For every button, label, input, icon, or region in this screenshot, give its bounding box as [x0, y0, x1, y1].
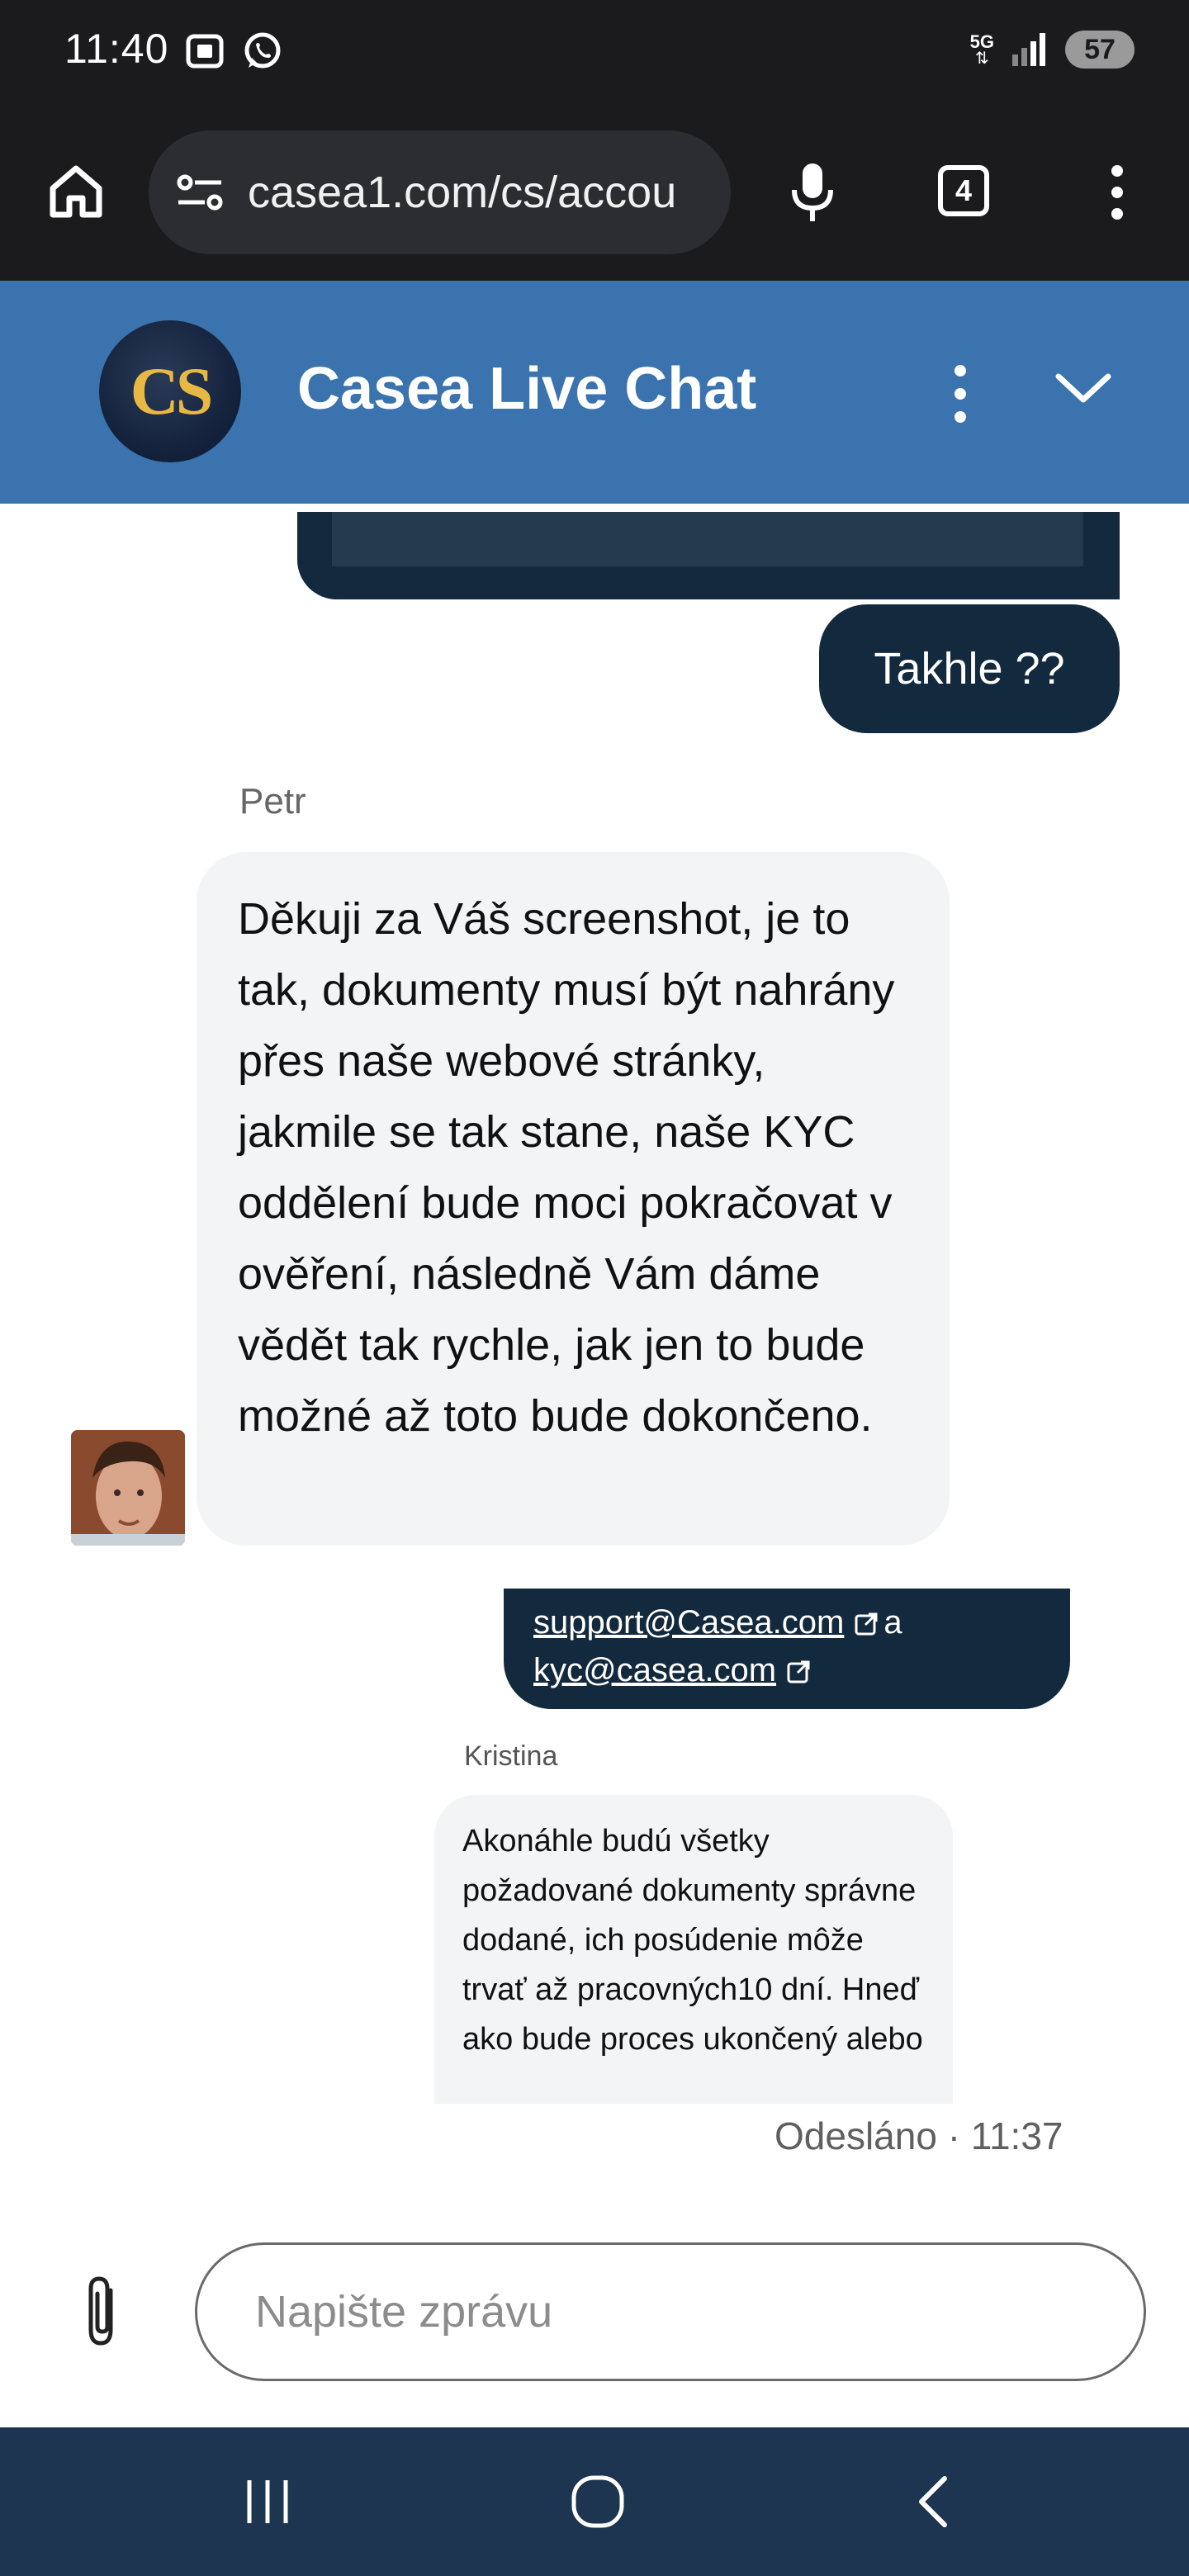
sender-name: Kristina [464, 1740, 558, 1772]
chat-options-icon[interactable] [955, 365, 966, 423]
microphone-icon[interactable] [788, 160, 837, 226]
agent-message-bubble: Akonáhle budú všetky požadované dokument… [434, 1795, 953, 2104]
tab-switcher-button[interactable]: 4 [938, 165, 989, 216]
avatar-portrait [71, 1430, 185, 1546]
sent-status: Odesláno · 11:37 [775, 2114, 1063, 2157]
home-icon[interactable] [45, 160, 107, 223]
logo-text: CS [130, 353, 214, 429]
sender-name: Petr [239, 781, 306, 822]
status-system-icons: 5G ⇅ 57 [970, 30, 1135, 69]
network-indicator: 5G ⇅ [969, 31, 994, 68]
casea-logo: CS [99, 320, 241, 462]
screenshot-preview [332, 512, 1083, 566]
support-email-link[interactable]: support@Casea.com [533, 1604, 844, 1641]
external-link-icon [855, 1612, 878, 1636]
url-text: casea1.com/cs/accou [248, 168, 677, 217]
external-link-icon [787, 1660, 810, 1683]
status-notification-icons [183, 30, 284, 73]
agent-message-bubble: Děkuji za Váš screenshot, je to tak, dok… [197, 852, 950, 1546]
battery-indicator: 57 [1065, 31, 1135, 69]
whatsapp-icon [244, 32, 281, 69]
message-text: Takhle ?? [874, 644, 1065, 694]
chat-title: Casea Live Chat [297, 356, 757, 422]
recent-apps-icon[interactable] [241, 2475, 294, 2528]
message-input[interactable] [195, 2242, 1146, 2381]
kyc-email-link[interactable]: kyc@casea.com [533, 1652, 776, 1688]
user-message-links: support@Casea.com a kyc@casea.com [504, 1589, 1070, 1709]
attachment-icon[interactable] [81, 2272, 124, 2351]
address-bar[interactable]: casea1.com/cs/accou [149, 130, 731, 254]
home-button-icon[interactable] [570, 2474, 626, 2530]
site-settings-icon[interactable] [173, 168, 226, 217]
message-text: Děkuji za Váš screenshot, je to tak, dok… [238, 894, 895, 1441]
signal-icon [1012, 33, 1045, 66]
browser-menu-icon[interactable] [1111, 165, 1123, 220]
agent-avatar [71, 1430, 185, 1546]
network-type: 5G [969, 31, 994, 52]
minimize-chevron-icon[interactable] [1054, 370, 1113, 408]
status-time: 11:40 [64, 26, 169, 72]
conjunction-text: a [883, 1604, 902, 1641]
screenshot-icon [186, 34, 224, 69]
message-text: Akonáhle budú všetky požadované dokument… [462, 1824, 923, 2057]
back-icon[interactable] [910, 2474, 956, 2530]
user-message-bubble: Takhle ?? [819, 604, 1120, 733]
